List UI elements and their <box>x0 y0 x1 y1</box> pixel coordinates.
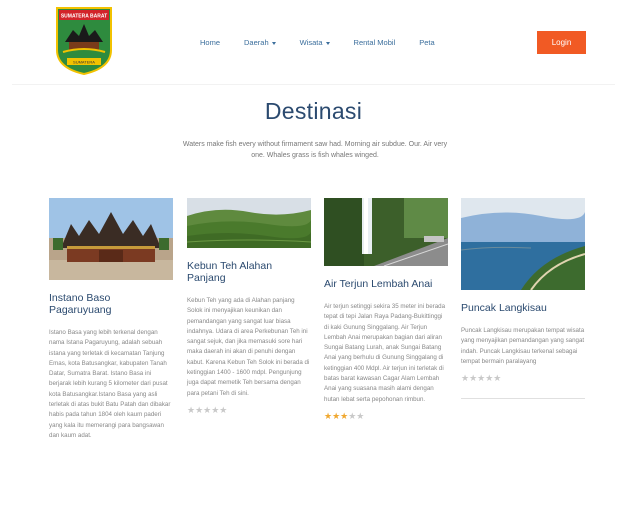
star-rating: ★★★★★ <box>324 411 448 422</box>
card-title[interactable]: Air Terjun Lembah Anai <box>324 278 448 290</box>
destination-card[interactable]: Kebun Teh Alahan Panjang Kebun Teh yang … <box>187 198 311 416</box>
nav-rental-mobil-label: Rental Mobil <box>353 38 396 47</box>
waterfall-image <box>324 198 448 266</box>
card-title[interactable]: Instano Baso Pagaruyuang <box>49 292 173 316</box>
nav-daerah-label: Daerah <box>244 38 269 47</box>
login-button[interactable]: Login <box>537 31 586 54</box>
logo-text-bottom: SUMATERA <box>73 60 95 65</box>
destination-card[interactable]: Instano Baso Pagaruyuang Istano Basa yan… <box>49 198 173 441</box>
star-icon: ★★ <box>348 410 365 421</box>
coastline-image <box>461 198 585 290</box>
nav-home-label: Home <box>200 38 221 47</box>
chevron-down-icon <box>271 41 276 45</box>
card-title[interactable]: Puncak Langkisau <box>461 302 585 314</box>
star-icon: ★★★★★ <box>187 404 228 415</box>
star-icon: ★★★★★ <box>461 373 502 384</box>
card-divider <box>461 398 585 400</box>
star-rating: ★★★★★ <box>187 405 311 416</box>
nav-rental-mobil[interactable]: Rental Mobil <box>354 38 396 47</box>
star-icon: ★★★ <box>324 410 349 421</box>
card-title[interactable]: Kebun Teh Alahan Panjang <box>187 260 311 284</box>
header-divider <box>12 84 615 85</box>
star-rating: ★★★★★ <box>461 373 585 384</box>
card-description: Istano Basa yang lebih terkenal dengan n… <box>49 329 171 439</box>
navbar: SUMATERA BARAT SUMATERA Home Daerah Wisa… <box>0 0 627 84</box>
nav-peta-label: Peta <box>419 38 435 47</box>
card-description: Air terjun setinggi sekira 35 meter ini … <box>324 303 446 403</box>
palace-image <box>49 198 173 280</box>
sumatera-barat-logo[interactable]: SUMATERA BARAT SUMATERA <box>55 6 113 76</box>
logo-text-top: SUMATERA BARAT <box>61 14 107 20</box>
card-description: Puncak Langkisau merupakan tempat wisata… <box>461 327 585 365</box>
nav-daerah[interactable]: Daerah <box>244 38 276 47</box>
section-subtitle: Waters make fish every without firmament… <box>182 141 448 159</box>
section-title: Destinasi <box>264 98 363 124</box>
nav-wisata[interactable]: Wisata <box>300 38 330 47</box>
nav-wisata-label: Wisata <box>299 38 323 47</box>
nav-peta[interactable]: Peta <box>419 38 434 47</box>
nav-menu: Home Daerah Wisata Rental Mobil Peta <box>200 38 459 47</box>
destination-card[interactable]: Puncak Langkisau Puncak Langkisau merupa… <box>461 198 585 400</box>
chevron-down-icon <box>325 41 330 45</box>
card-description: Kebun Teh yang ada di Alahan panjang Sol… <box>187 297 310 397</box>
tea-plantation-image <box>187 198 311 248</box>
destination-card[interactable]: Air Terjun Lembah Anai Air terjun seting… <box>324 198 448 422</box>
nav-home[interactable]: Home <box>200 38 220 47</box>
